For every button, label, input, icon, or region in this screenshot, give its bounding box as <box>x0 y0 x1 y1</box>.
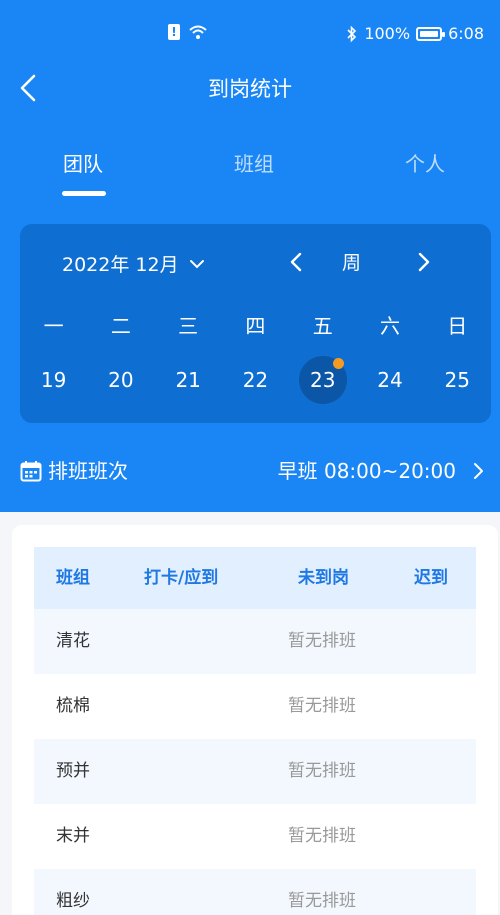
weekday-label: 六 <box>379 314 400 338</box>
event-dot-indicator <box>333 358 345 369</box>
shift-value: 早班 08:00~20:00 <box>277 459 456 483</box>
chevron-right-icon <box>474 463 483 479</box>
table-header: 班组 打卡/应到 未到岗 迟到 <box>34 547 476 609</box>
calendar-icon <box>20 461 42 482</box>
battery-percent: 100% <box>364 24 411 43</box>
date-cell[interactable]: 20 <box>87 352 154 408</box>
shift-selector[interactable]: 排班班次 早班 08:00~20:00 <box>20 455 490 489</box>
status-bar: ! 100% 6:08 <box>0 0 500 68</box>
date-cell[interactable]: 21 <box>155 352 222 408</box>
weekday-label: 一 <box>43 314 64 338</box>
next-week-icon[interactable] <box>410 246 438 278</box>
weekday-label: 二 <box>110 314 131 338</box>
tab-individual[interactable]: 个人 <box>405 150 445 178</box>
weekday-label: 五 <box>312 314 333 338</box>
tab-team[interactable]: 团队 <box>63 150 103 178</box>
table-row[interactable]: 清花 暂无排班 <box>34 609 476 674</box>
notification-alert-icon: ! <box>168 24 180 40</box>
page-title: 到岗统计 <box>208 77 292 101</box>
chevron-down-icon <box>189 259 204 268</box>
status-icons-center: ! <box>168 24 208 40</box>
date-cell[interactable]: 25 <box>424 352 491 408</box>
group-name: 预并 <box>56 761 90 781</box>
no-schedule-text: 暂无排班 <box>288 631 356 651</box>
view-mode-label: 周 <box>342 252 362 274</box>
month-picker[interactable]: 2022年 12月 <box>62 250 205 277</box>
group-name: 末并 <box>56 826 90 846</box>
date-number: 21 <box>175 368 201 392</box>
back-arrow-icon[interactable] <box>14 72 46 104</box>
date-cell[interactable]: 24 <box>356 352 423 408</box>
month-label: 2022年 12月 <box>62 254 179 276</box>
date-number: 19 <box>40 368 67 392</box>
table-row[interactable]: 预并 暂无排班 <box>34 739 476 804</box>
column-header: 未到岗 <box>298 568 349 588</box>
date-number: 25 <box>444 368 470 392</box>
bluetooth-icon <box>347 25 357 42</box>
tab-group[interactable]: 班组 <box>234 150 274 178</box>
date-cell[interactable]: 19 <box>20 352 87 408</box>
date-number: 24 <box>377 368 403 392</box>
group-name: 清花 <box>56 631 90 651</box>
status-icons-right: 100% 6:08 <box>346 24 484 43</box>
column-header: 班组 <box>56 568 90 588</box>
weekday-row: 一 二 三 四 五 六 日 <box>20 312 491 340</box>
no-schedule-text: 暂无排班 <box>288 761 356 781</box>
date-number: 23 <box>309 368 336 392</box>
date-cell[interactable]: 22 <box>222 352 289 408</box>
column-header: 打卡/应到 <box>144 568 219 588</box>
table-row[interactable]: 末并 暂无排班 <box>34 804 476 869</box>
no-schedule-text: 暂无排班 <box>288 696 356 716</box>
table-body: 清花 暂无排班 梳棉 暂无排班 预并 暂无排班 末并 暂无排班 粗纱 暂无排班 <box>34 609 476 915</box>
no-schedule-text: 暂无排班 <box>288 891 356 911</box>
weekday-label: 日 <box>447 314 468 338</box>
date-number: 20 <box>108 368 134 392</box>
group-name: 粗纱 <box>56 891 90 911</box>
shift-label: 排班班次 <box>48 459 128 483</box>
wifi-icon <box>189 25 207 39</box>
table-row[interactable]: 梳棉 暂无排班 <box>34 674 476 739</box>
date-number: 22 <box>242 368 269 392</box>
table-row[interactable]: 粗纱 暂无排班 <box>34 869 476 915</box>
prev-week-icon[interactable] <box>282 246 310 278</box>
battery-level <box>420 30 439 37</box>
attendance-table: 班组 打卡/应到 未到岗 迟到 清花 暂无排班 梳棉 暂无排班 预并 暂无排班 … <box>34 547 476 915</box>
battery-icon <box>416 26 446 41</box>
weekday-label: 三 <box>178 314 199 338</box>
weekday-label: 四 <box>245 314 266 338</box>
date-row: 19 20 21 22 23 24 25 <box>20 352 491 408</box>
status-time: 6:08 <box>448 24 484 43</box>
column-header: 迟到 <box>414 568 448 588</box>
attendance-card: 班组 打卡/应到 未到岗 迟到 清花 暂无排班 梳棉 暂无排班 预并 暂无排班 … <box>12 525 498 915</box>
date-cell-selected[interactable]: 23 <box>289 352 356 408</box>
header-area: ! 100% 6:08 到岗统计 团队 班组 个人 2022年 12月 周 一 … <box>0 0 500 512</box>
active-tab-indicator <box>62 191 106 196</box>
no-schedule-text: 暂无排班 <box>288 826 356 846</box>
group-name: 梳棉 <box>56 696 90 716</box>
week-calendar: 2022年 12月 周 一 二 三 四 五 六 日 19 20 21 22 23… <box>20 224 491 423</box>
